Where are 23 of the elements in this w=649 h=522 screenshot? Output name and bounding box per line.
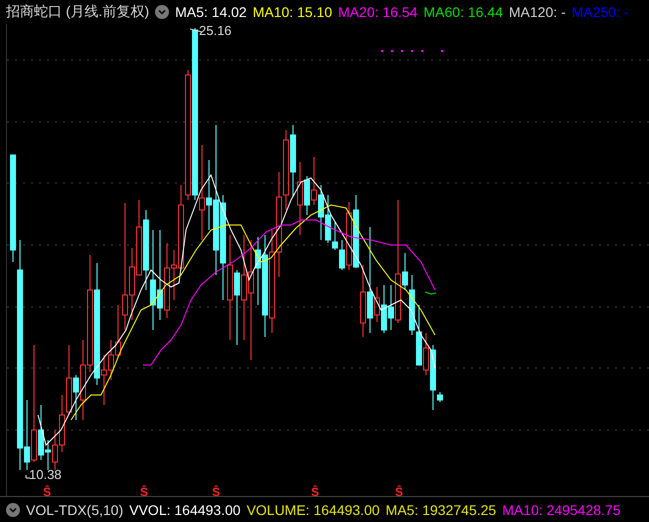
low-price-label: 10.38 [29, 468, 62, 482]
chart-title: 招商蛇口 (月线.前复权) [6, 2, 150, 21]
ma60-line [424, 291, 436, 294]
volume-legend-item: MA5: 1932745.25 [386, 502, 496, 518]
collapse-icon[interactable] [6, 502, 20, 517]
ma-legend-item: MA60: 16.44 [424, 4, 503, 20]
signal-marker: Ŝ [395, 484, 404, 499]
indicator-name: VOL-TDX(5,10) [26, 502, 124, 518]
leader-line [26, 474, 30, 478]
ma-legend-item: MA250: - [572, 4, 629, 20]
signal-marker: Ŝ [212, 484, 220, 499]
ma-legend-item: MA10: 15.10 [252, 4, 332, 20]
volume-legend-item: VOLUME: 164493.00 [246, 502, 380, 518]
volume-legend-item: MA10: 2495428.75 [502, 502, 621, 518]
high-price-label: 25.16 [199, 24, 232, 38]
volume-legend-item: VVOL: 164493.00 [129, 502, 241, 518]
signal-marker: Ŝ [311, 484, 320, 499]
signal-marker: Ŝ [140, 484, 148, 499]
ma-legend-item: MA5: 14.02 [175, 4, 247, 20]
ma-legend-item: MA20: 16.54 [338, 4, 418, 20]
collapse-icon[interactable] [155, 4, 170, 19]
ma-legend-item: MA120: - [508, 4, 566, 20]
signal-marker: Ŝ [43, 484, 52, 499]
